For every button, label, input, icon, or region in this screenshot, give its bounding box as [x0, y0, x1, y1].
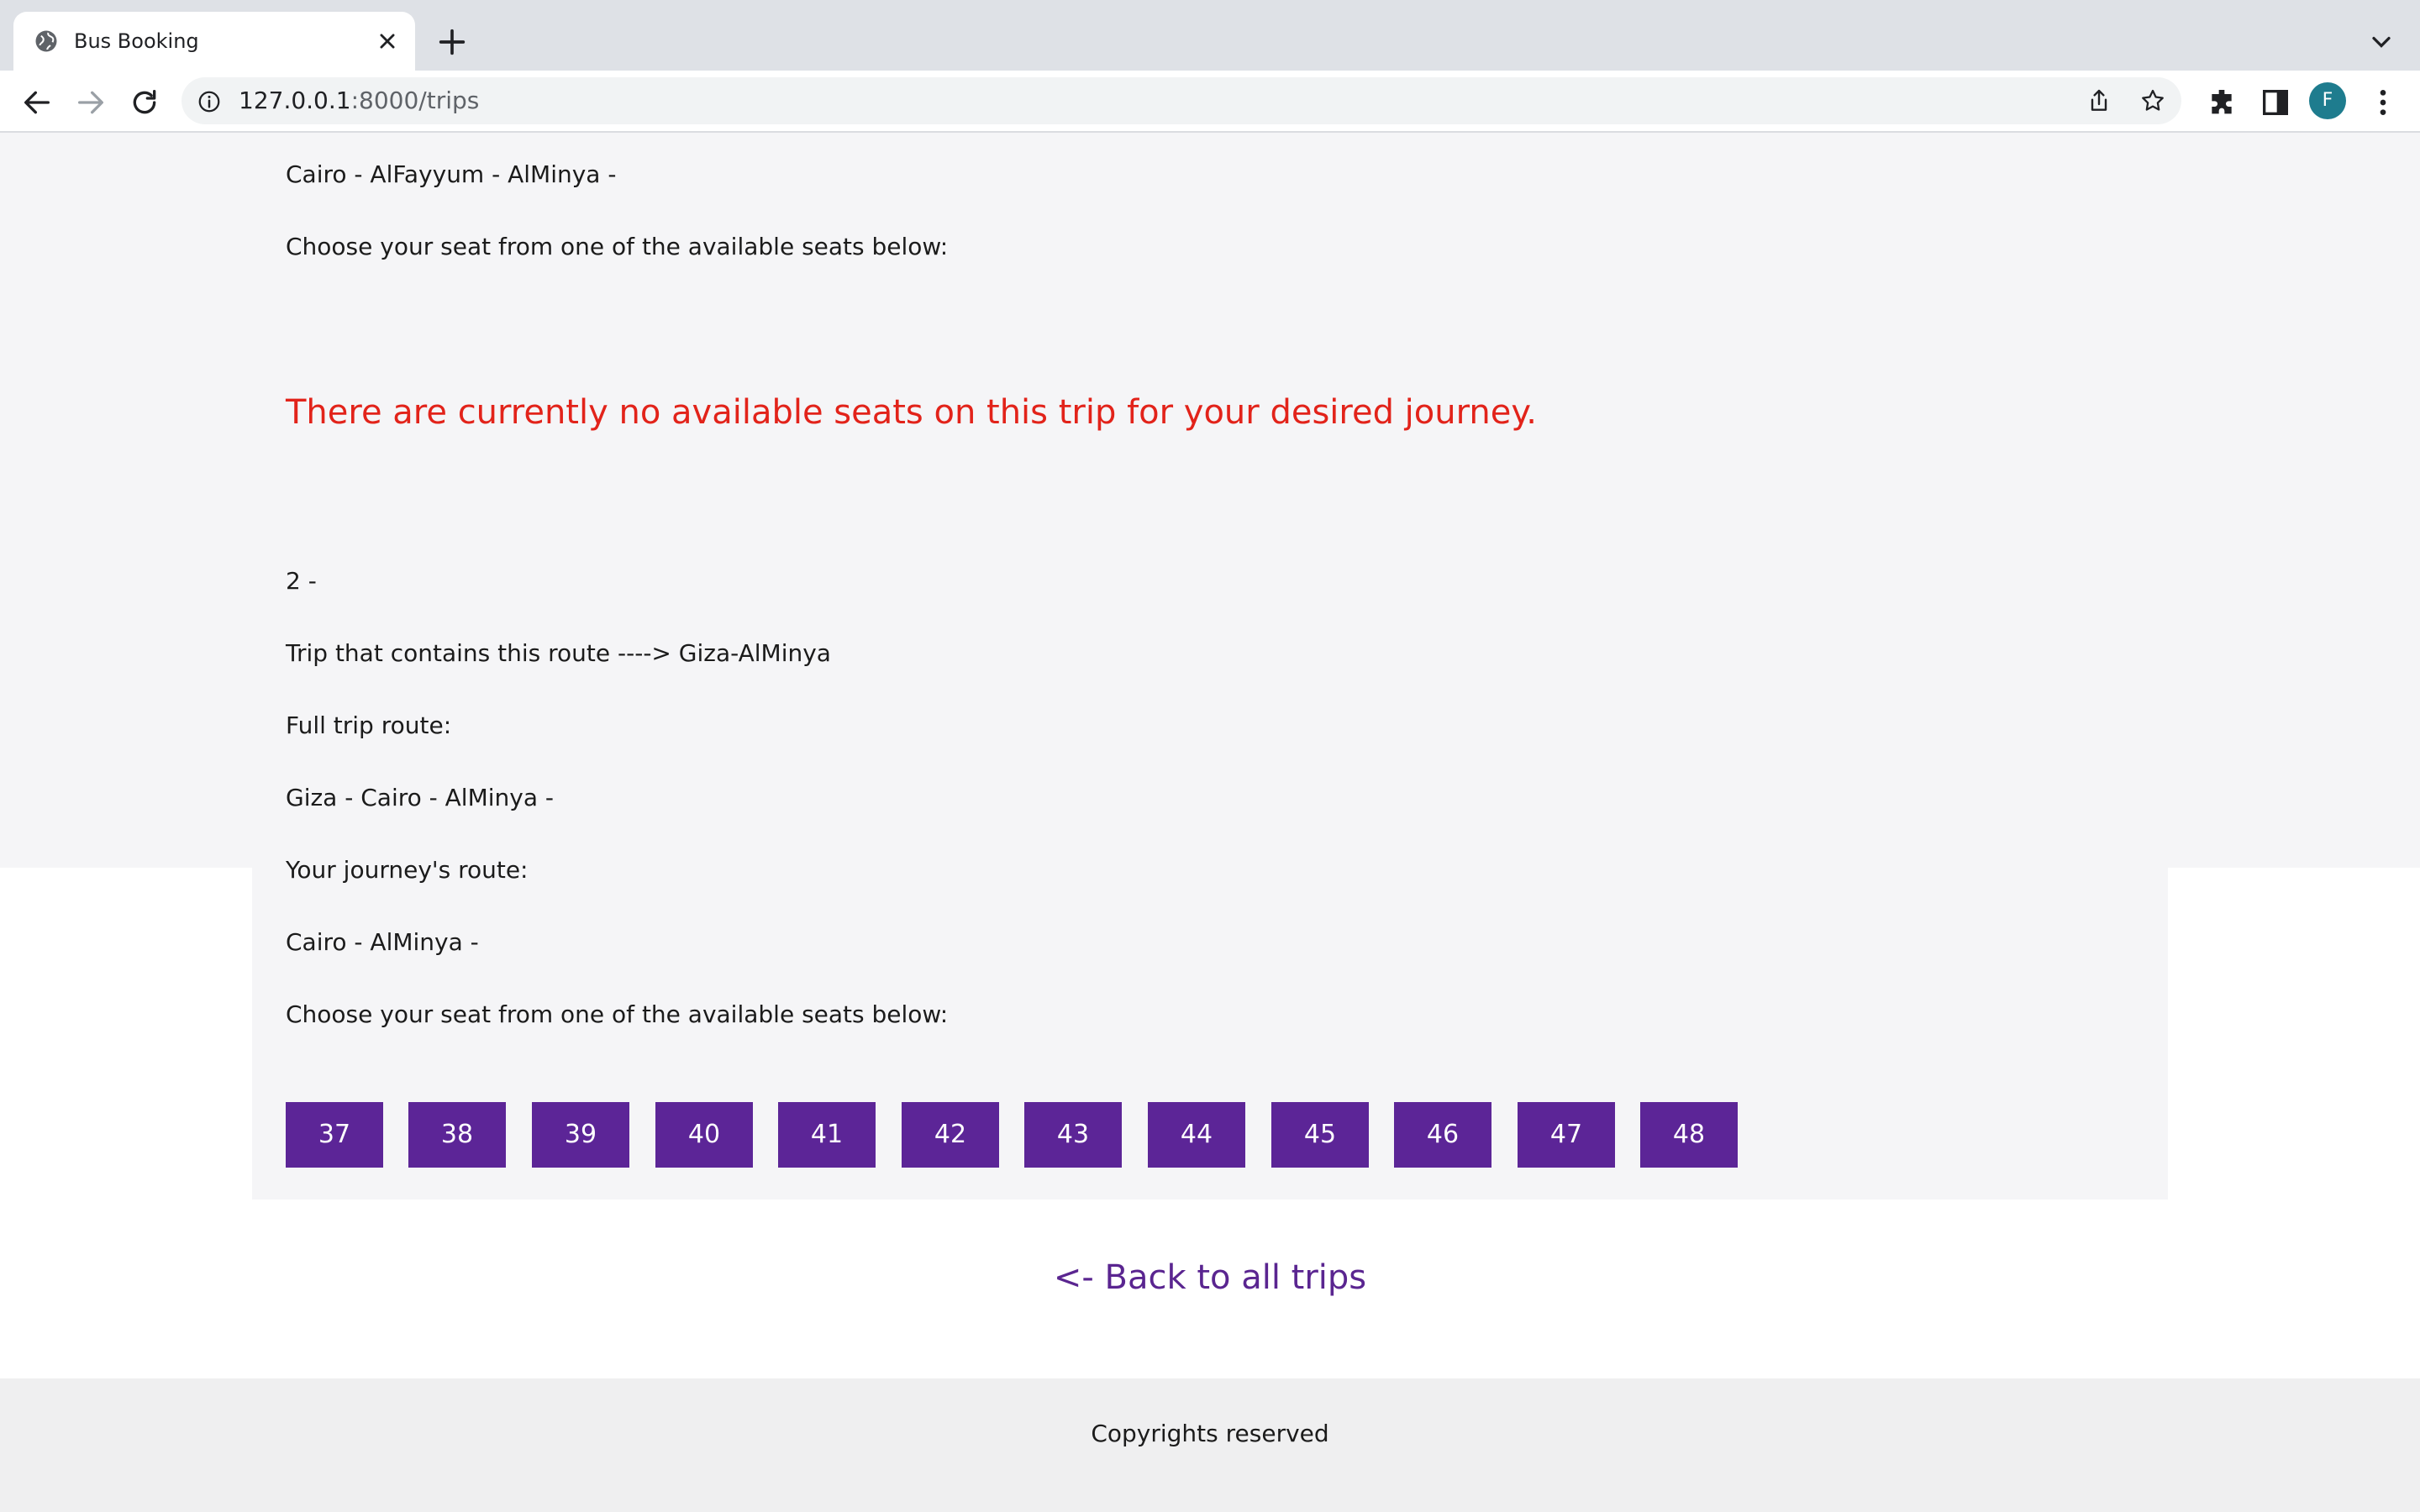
trip2-journey-label: Your journey's route: [286, 856, 529, 884]
tab-title: Bus Booking [74, 29, 199, 53]
globe-icon [35, 30, 57, 52]
trip2-full-route-label: Full trip route: [286, 711, 452, 739]
address-bar[interactable]: 127.0.0.1:8000/trips [182, 77, 2181, 124]
trip2-choose-seat-prompt: Choose your seat from one of the availab… [286, 1000, 949, 1028]
seat-button[interactable]: 38 [408, 1102, 506, 1168]
url-text[interactable]: 127.0.0.1:8000/trips [239, 87, 479, 114]
no-seats-message: There are currently no available seats o… [286, 393, 1538, 432]
trip1-choose-seat-prompt: Choose your seat from one of the availab… [286, 233, 949, 260]
browser-tab[interactable]: Bus Booking [13, 12, 415, 71]
seat-button[interactable]: 48 [1640, 1102, 1738, 1168]
more-vert-icon[interactable] [2366, 86, 2400, 119]
seat-button[interactable]: 41 [778, 1102, 876, 1168]
copyright-text: Copyrights reserved [1091, 1420, 1329, 1447]
trip2-journey-route: Cairo - AlMinya - [286, 928, 479, 956]
back-to-all-trips-link[interactable]: <- Back to all trips [0, 1257, 2420, 1299]
seat-button[interactable]: 46 [1394, 1102, 1491, 1168]
seat-button[interactable]: 39 [532, 1102, 629, 1168]
trip1-journey-route: Cairo - AlFayyum - AlMinya - [286, 160, 617, 188]
seat-button[interactable]: 40 [655, 1102, 753, 1168]
back-arrow-icon[interactable] [20, 86, 54, 119]
reload-icon[interactable] [128, 86, 161, 119]
forward-arrow-icon[interactable] [74, 86, 108, 119]
extensions-puzzle-icon[interactable] [2205, 86, 2238, 119]
url-path: :8000/trips [350, 87, 480, 114]
seat-button[interactable]: 45 [1271, 1102, 1369, 1168]
close-icon[interactable] [373, 27, 402, 55]
chevron-down-icon[interactable] [2366, 27, 2396, 57]
info-icon[interactable] [197, 89, 222, 114]
trip2-index: 2 - [286, 567, 317, 595]
seat-button[interactable]: 43 [1024, 1102, 1122, 1168]
browser-toolbar: 127.0.0.1:8000/trips F [0, 71, 2420, 133]
footer: Copyrights reserved [0, 1378, 2420, 1512]
trips-card: Cairo - AlFayyum - AlMinya - Choose your… [252, 133, 2168, 1200]
page-viewport: Cairo - AlFayyum - AlMinya - Choose your… [0, 133, 2420, 1512]
seat-button[interactable]: 47 [1518, 1102, 1615, 1168]
trip2-contains-route: Trip that contains this route ----> Giza… [286, 639, 831, 667]
new-tab-plus-icon[interactable] [435, 25, 469, 59]
url-host: 127.0.0.1 [239, 87, 351, 114]
side-panel-icon[interactable] [2259, 86, 2292, 119]
trip2-full-route: Giza - Cairo - AlMinya - [286, 784, 555, 811]
bookmark-star-icon[interactable] [2139, 87, 2166, 114]
seat-button[interactable]: 42 [902, 1102, 999, 1168]
seat-button[interactable]: 44 [1148, 1102, 1245, 1168]
share-icon[interactable] [2086, 87, 2112, 114]
seat-button[interactable]: 37 [286, 1102, 383, 1168]
profile-avatar[interactable]: F [2309, 82, 2346, 119]
browser-tab-bar: Bus Booking [0, 0, 2420, 71]
